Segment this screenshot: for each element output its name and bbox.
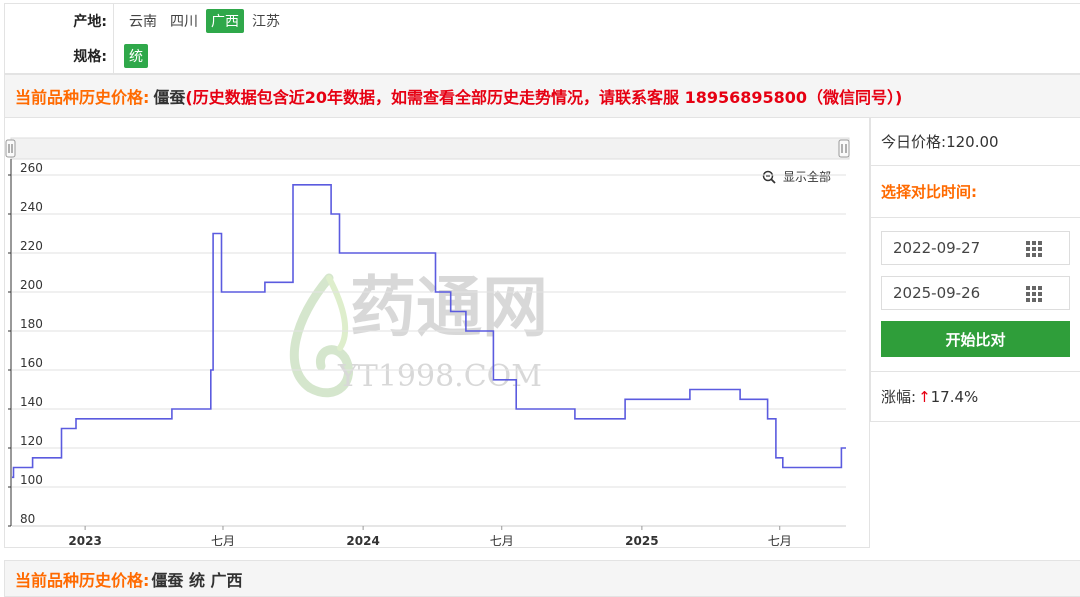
current-variety-bar: 当前品种历史价格: 僵蚕 统 广西 [4,560,1080,597]
origin-filter-row: 产地: 云南 四川 广西 江苏 [4,3,1080,39]
compare-panel: 今日价格: 120.00 选择对比时间: 2022-09-27 2025-09-… [870,118,1080,422]
origin-option[interactable]: 四川 [165,9,203,33]
y-tick-label: 260 [20,161,43,175]
notice-herb-name: 僵蚕 [153,88,186,107]
end-date-value: 2025-09-26 [893,284,981,302]
price-chart-svg: 药通网 YT1998.COM 显示全部 80 100 120 140 160 180 200… [5,137,850,548]
price-change-label: 涨幅: [881,388,917,406]
y-tick-label: 140 [20,395,43,409]
origin-option[interactable]: 云南 [124,9,162,33]
bottom-value: 僵蚕 统 广西 [151,570,243,590]
origin-label: 产地: [73,14,107,30]
calendar-icon[interactable] [1026,286,1042,302]
y-tick-label: 200 [20,278,43,292]
watermark-text: 药通网 [350,269,548,346]
calendar-icon[interactable] [1026,241,1042,257]
start-date-value: 2022-09-27 [893,239,981,257]
x-tick-label: 2025 [625,534,658,548]
x-tick-label: 七月 [768,534,792,548]
today-price-value: 120.00 [946,132,999,151]
show-all-button[interactable]: 显示全部 [762,169,832,184]
y-tick-label: 160 [20,356,43,370]
navigator-right-handle[interactable] [838,139,850,158]
spec-label: 规格: [73,48,107,65]
start-compare-button[interactable]: 开始比对 [881,321,1070,357]
start-date-input[interactable]: 2022-09-27 [881,231,1070,265]
y-tick-label: 220 [20,239,43,253]
x-tick-label: 2024 [346,534,379,548]
price-change: 涨幅: ↑ 17.4% [871,371,1080,421]
spec-filter-row: 规格: 统 [4,38,1080,74]
spec-options: 统 [113,38,151,73]
notice-message: (历史数据包含近20年数据，如需查看全部历史走势情况，请联系客服 1895689… [185,88,903,107]
origin-option[interactable]: 江苏 [247,9,285,33]
y-tick-label: 120 [20,434,43,448]
x-tick-label: 七月 [211,534,235,548]
origin-options: 云南 四川 广西 江苏 [113,4,288,38]
show-all-label: 显示全部 [783,169,831,184]
notice-key: 当前品种历史价格: [15,88,150,107]
y-tick-label: 180 [20,317,43,331]
today-price: 今日价格: 120.00 [871,118,1080,166]
y-tick-label: 100 [20,473,43,487]
compare-title: 选择对比时间: [871,166,1080,218]
watermark-subtext: YT1998.COM [337,359,542,394]
today-price-label: 今日价格: [881,133,947,151]
up-arrow-icon: ↑ [918,387,931,406]
x-tick-label: 2023 [68,534,101,548]
range-navigator[interactable] [10,137,850,160]
bottom-key: 当前品种历史价格: [15,570,150,590]
price-change-value: 17.4% [930,387,979,406]
history-price-notice: 当前品种历史价格: 僵蚕 (历史数据包含近20年数据，如需查看全部历史走势情况，… [4,74,1080,118]
y-tick-label: 240 [20,200,43,214]
end-date-input[interactable]: 2025-09-26 [881,276,1070,310]
x-tick-label: 七月 [490,534,514,548]
origin-option[interactable]: 广西 [206,9,244,33]
spec-option[interactable]: 统 [124,43,148,68]
y-tick-label: 80 [20,512,35,526]
navigator-left-handle[interactable] [5,139,16,158]
price-chart: 药通网 YT1998.COM 显示全部 80 100 120 140 160 180 200… [4,118,870,548]
